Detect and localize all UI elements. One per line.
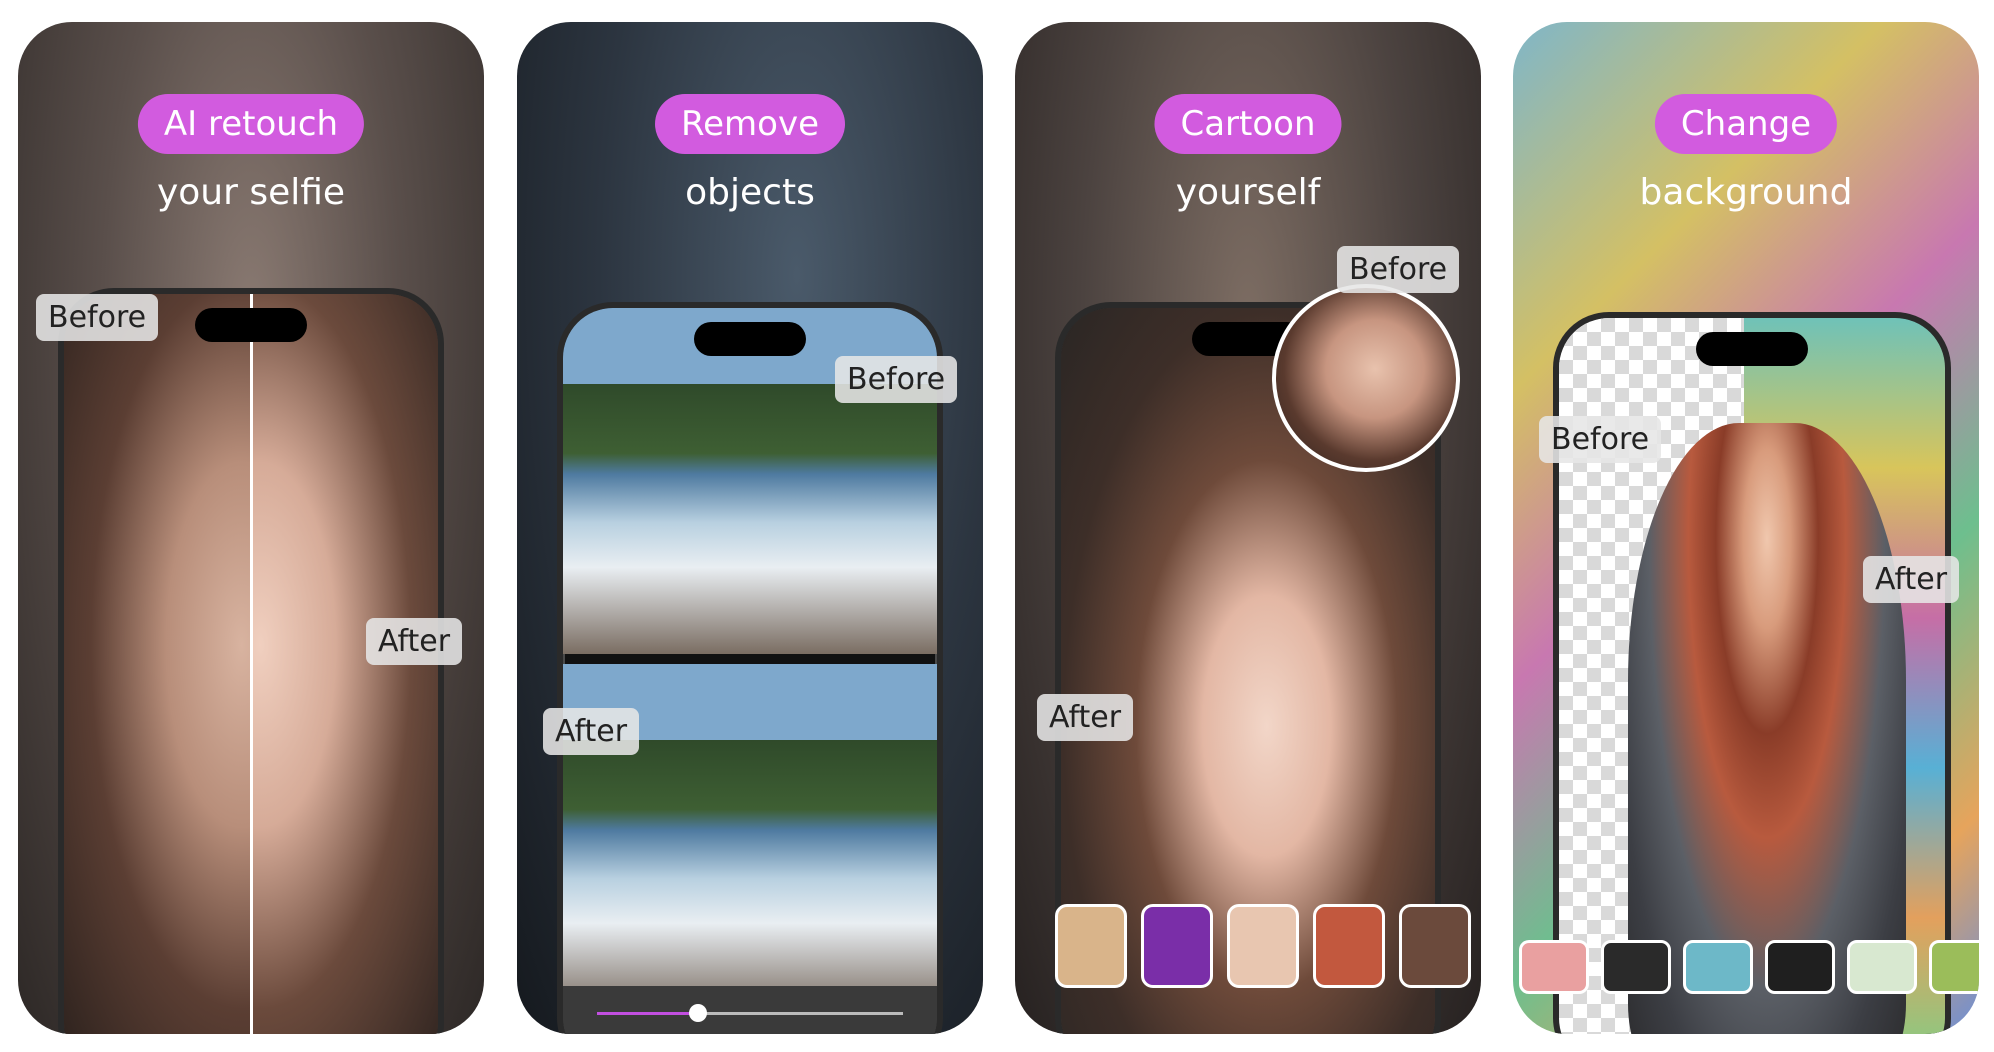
after-label: After (543, 708, 640, 755)
background-swatch[interactable] (1519, 940, 1589, 994)
feature-pill: Cartoon (1154, 94, 1342, 154)
feature-card-change-background: Change background Before After (1513, 22, 1979, 1034)
after-label: After (366, 618, 463, 665)
slider-fill (597, 1012, 698, 1015)
background-swatch[interactable] (1847, 940, 1917, 994)
feature-card-ai-retouch: AI retouch your selfie Before After (18, 22, 484, 1034)
feature-pill: AI retouch (137, 94, 365, 154)
phone-notch (694, 322, 806, 356)
feature-pill: Change (1654, 94, 1838, 154)
background-swatch[interactable] (1765, 940, 1835, 994)
feature-subtitle: yourself (1175, 172, 1321, 213)
style-thumbnail[interactable] (1313, 904, 1385, 988)
style-thumbnail[interactable] (1055, 904, 1127, 988)
brush-size-panel (563, 986, 937, 1034)
before-label: Before (1539, 416, 1662, 463)
feature-subtitle: your selfie (156, 172, 346, 213)
after-label: After (1863, 556, 1960, 603)
phone-notch (1696, 332, 1808, 366)
comparison-slider-divider[interactable] (250, 294, 253, 1034)
feature-card-remove-objects: Remove objects Before After (517, 22, 983, 1034)
background-swatch[interactable] (1683, 940, 1753, 994)
feature-pill: Remove (655, 94, 845, 154)
background-swatch[interactable] (1601, 940, 1671, 994)
phone-mockup (557, 302, 943, 1034)
style-thumbnail[interactable] (1141, 904, 1213, 988)
before-photo (64, 294, 251, 1034)
original-photo-circle (1272, 284, 1460, 472)
slider-knob[interactable] (688, 1004, 707, 1022)
background-swatch[interactable] (1929, 940, 1979, 994)
phone-notch (195, 308, 307, 342)
after-label: After (1037, 694, 1134, 741)
cartoon-style-picker (1055, 904, 1471, 988)
style-thumbnail[interactable] (1227, 904, 1299, 988)
feature-subtitle: objects (685, 172, 815, 213)
feature-subtitle: background (1639, 172, 1853, 213)
background-picker (1519, 940, 1979, 994)
brush-size-slider[interactable] (597, 1004, 903, 1022)
before-label: Before (835, 356, 958, 403)
style-thumbnail[interactable] (1399, 904, 1471, 988)
before-label: Before (1337, 246, 1460, 293)
feature-card-cartoon: Cartoon yourself Before After (1015, 22, 1481, 1034)
before-label: Before (36, 294, 159, 341)
